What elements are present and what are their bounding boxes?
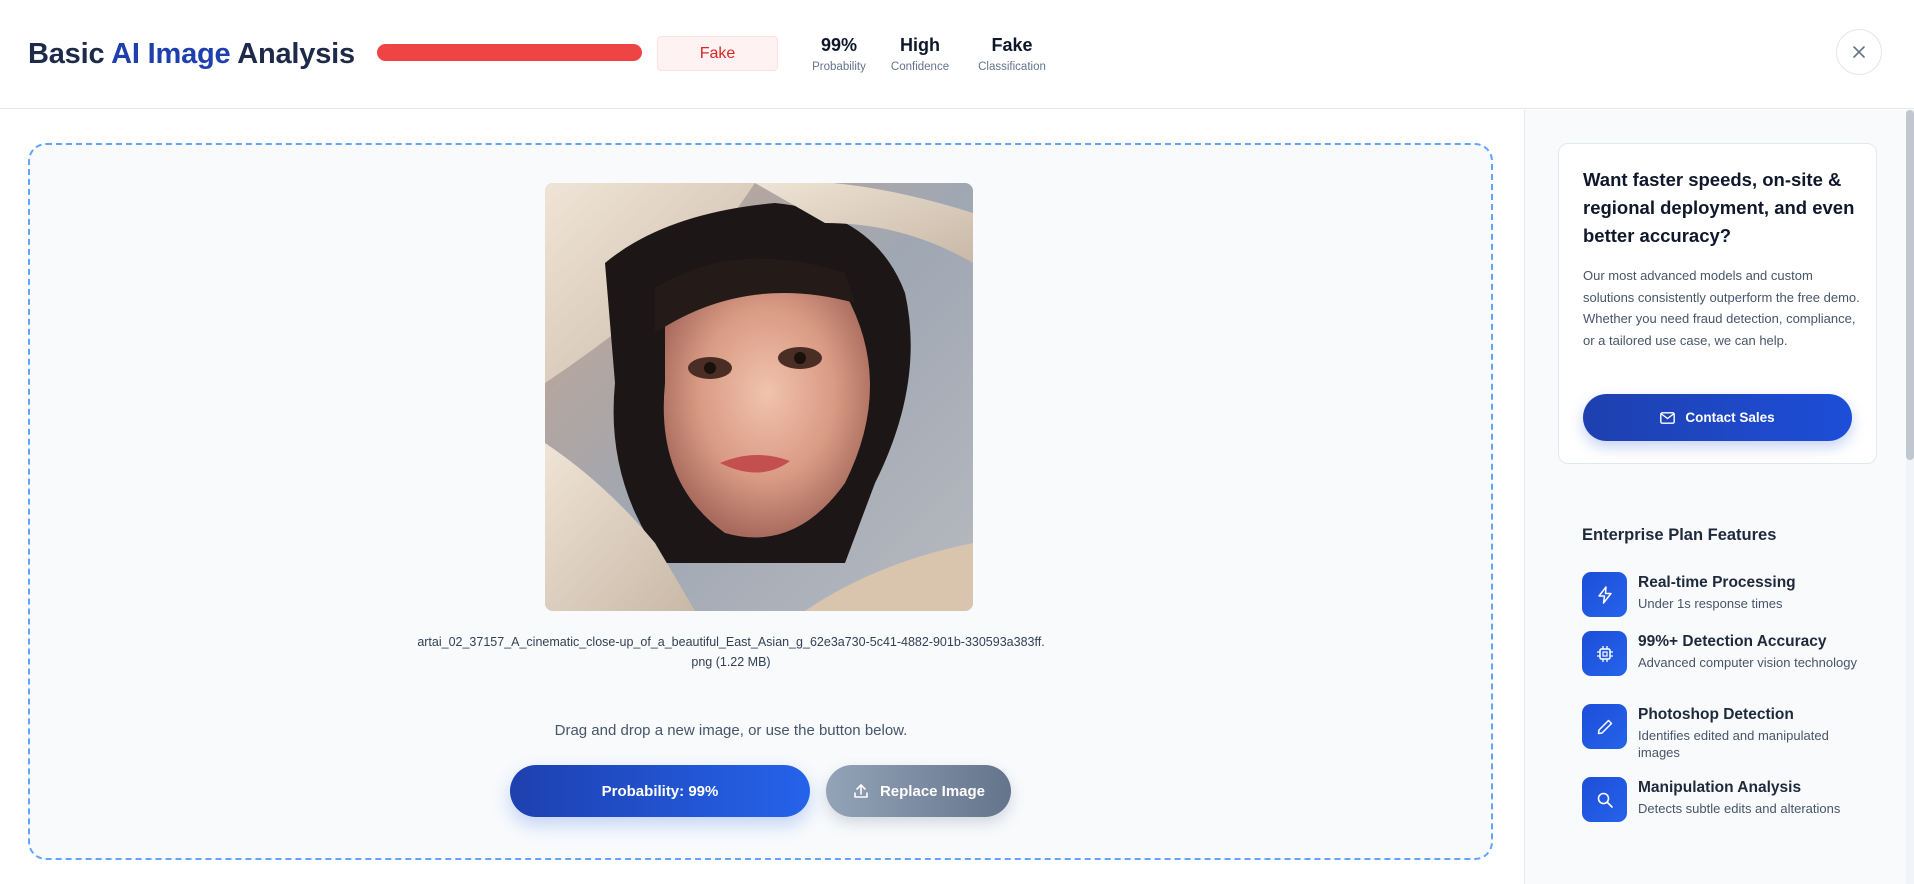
chip-icon <box>1582 631 1627 676</box>
probability-bar <box>377 44 642 61</box>
features-title: Enterprise Plan Features <box>1582 526 1777 544</box>
filename-line-1: artai_02_37157_A_cinematic_close-up_of_a… <box>417 635 1045 649</box>
pencil-icon <box>1582 704 1627 749</box>
page-title: Basic AI Image Analysis <box>28 38 355 71</box>
image-filename: artai_02_37157_A_cinematic_close-up_of_a… <box>300 632 1162 672</box>
mail-icon <box>1660 411 1676 424</box>
close-button[interactable] <box>1836 29 1882 75</box>
feature-title: Manipulation Analysis <box>1638 779 1802 796</box>
promo-card: Want faster speeds, on-site & regional d… <box>1558 143 1877 464</box>
probability-button[interactable]: Probability: 99% <box>510 765 810 817</box>
promo-body: Our most advanced models and custom solu… <box>1583 268 1860 348</box>
drag-drop-hint: Drag and drop a new image, or use the bu… <box>554 722 908 739</box>
stat-confidence-label: Confidence <box>890 61 950 73</box>
feature-desc: Advanced computer vision technology <box>1638 655 1857 670</box>
upload-icon <box>854 784 868 798</box>
stat-probability-label: Probability <box>812 61 866 73</box>
feature-item-accuracy: 99%+ Detection Accuracy Advanced compute… <box>1582 631 1882 701</box>
stat-probability-value: 99% <box>820 35 858 55</box>
stat-classification: Fake Classification <box>970 35 1054 73</box>
feature-item-photoshop: Photoshop Detection Identifies edited an… <box>1582 704 1882 774</box>
sidebar-scrollbar[interactable] <box>1906 110 1914 884</box>
lightning-icon <box>1582 572 1627 617</box>
stat-classification-value: Fake <box>991 35 1033 55</box>
contact-sales-label: Contact Sales <box>1685 410 1775 425</box>
search-icon <box>1582 777 1627 822</box>
replace-image-label: Replace Image <box>879 782 986 800</box>
uploaded-image-preview <box>545 183 973 611</box>
feature-title: Photoshop Detection <box>1638 706 1794 723</box>
scrollbar-thumb[interactable] <box>1906 110 1914 460</box>
feature-desc: Detects subtle edits and alterations <box>1638 801 1841 816</box>
feature-desc: Under 1s response times <box>1638 596 1783 611</box>
feature-title: 99%+ Detection Accuracy <box>1638 633 1827 650</box>
feature-desc: Identifies edited and manipulated images <box>1638 728 1829 760</box>
close-icon <box>1853 46 1865 58</box>
replace-image-button[interactable]: Replace Image <box>826 765 1011 817</box>
stat-confidence-value: High <box>900 35 940 55</box>
verdict-badge: Fake <box>657 36 778 71</box>
contact-sales-button[interactable]: Contact Sales <box>1583 394 1852 441</box>
filename-line-2: png (1.22 MB) <box>691 655 771 669</box>
header-bar: Basic AI Image Analysis Fake 99% Probabi… <box>0 0 1914 109</box>
title-suffix: Analysis <box>230 38 355 70</box>
promo-title: Want faster speeds, on-site & regional d… <box>1583 169 1855 246</box>
title-prefix: Basic <box>28 38 112 70</box>
stat-probability: 99% Probability <box>806 35 872 73</box>
feature-title: Real-time Processing <box>1638 574 1796 591</box>
portrait-image <box>545 183 973 611</box>
title-highlight: AI Image <box>111 38 231 70</box>
feature-item-manipulation: Manipulation Analysis Detects subtle edi… <box>1582 777 1882 847</box>
stat-classification-label: Classification <box>978 61 1046 73</box>
stat-confidence: High Confidence <box>886 35 954 73</box>
